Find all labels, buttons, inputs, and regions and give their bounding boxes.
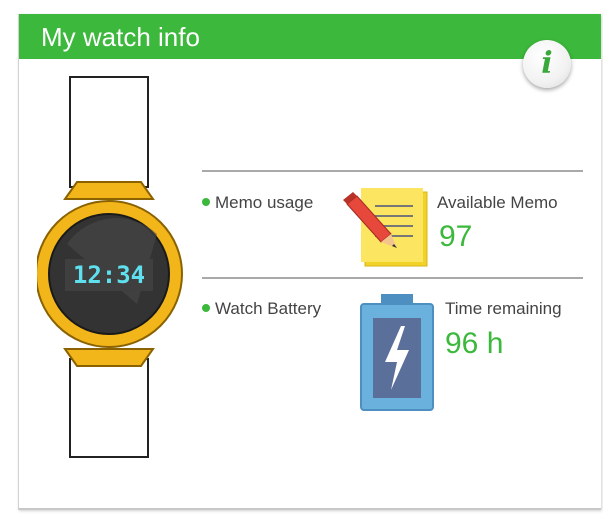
divider-top <box>202 170 583 172</box>
title-bar: My watch info <box>19 14 601 59</box>
smartwatch-icon: 12:34 <box>37 76 183 458</box>
watch-time: 12:34 <box>73 261 145 289</box>
divider-middle <box>202 277 583 279</box>
watch-strap-top <box>69 76 149 188</box>
battery-section-label: Watch Battery <box>202 299 321 319</box>
bullet-dot <box>202 303 210 312</box>
available-memo-label: Available Memo <box>437 193 558 212</box>
watch-info-panel: My watch info i 12:34 Memo usage Availab… <box>18 14 601 510</box>
battery-charging-icon <box>360 294 434 411</box>
memo-pencil-icon <box>343 188 428 267</box>
bullet-dot <box>202 197 210 206</box>
watch-lug-bottom <box>63 348 155 367</box>
available-memo-value: 97 <box>439 220 473 253</box>
time-remaining-label: Time remaining <box>445 299 562 318</box>
memo-section-label: Memo usage <box>202 193 313 213</box>
page-title: My watch info <box>41 22 200 52</box>
info-button[interactable]: i <box>523 40 571 88</box>
info-icon: i <box>541 46 553 81</box>
watch-lug-top <box>63 181 155 200</box>
time-remaining-value: 96 h <box>445 327 504 360</box>
watch-strap-bottom <box>69 358 149 458</box>
